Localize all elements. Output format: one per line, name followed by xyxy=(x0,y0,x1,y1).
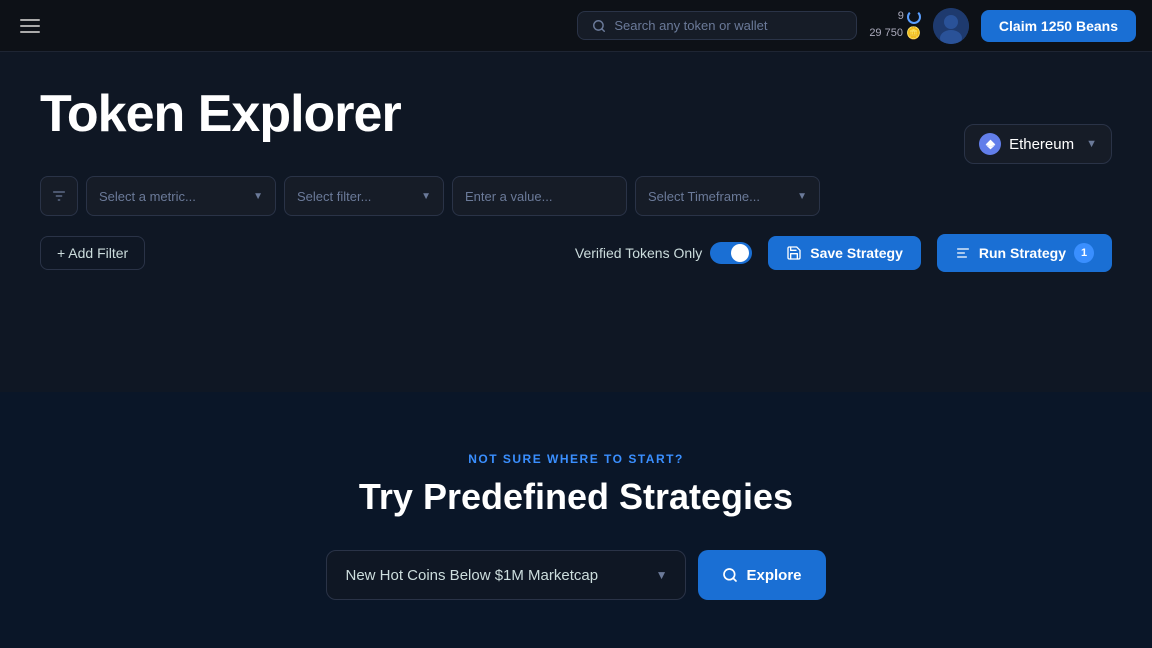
run-strategy-badge: 1 xyxy=(1074,243,1094,263)
metric-dropdown[interactable]: Select a metric... ▼ xyxy=(86,176,276,216)
action-row: + Add Filter Verified Tokens Only Save S… xyxy=(40,234,1112,272)
header-left xyxy=(16,15,44,37)
timeframe-chevron-icon: ▼ xyxy=(797,191,807,202)
refresh-icon xyxy=(907,10,921,24)
value-placeholder: Enter a value... xyxy=(465,189,552,204)
run-strategy-label: Run Strategy xyxy=(979,245,1066,261)
filter-dropdown[interactable]: Select filter... ▼ xyxy=(284,176,444,216)
value-input[interactable]: Enter a value... xyxy=(452,176,627,216)
explore-button[interactable]: Explore xyxy=(698,550,825,600)
predefined-section: NOT SURE WHERE TO START? Try Predefined … xyxy=(326,452,825,600)
verified-toggle[interactable] xyxy=(710,242,752,264)
action-row-left: + Add Filter xyxy=(40,236,145,270)
network-selector[interactable]: Ethereum ▼ xyxy=(964,124,1112,164)
save-strategy-button[interactable]: Save Strategy xyxy=(768,236,921,270)
predefined-title: Try Predefined Strategies xyxy=(326,476,825,518)
save-icon xyxy=(786,245,802,261)
action-row-right: Verified Tokens Only Save Strategy Run S… xyxy=(575,234,1112,272)
add-filter-button[interactable]: + Add Filter xyxy=(40,236,145,270)
network-label: Ethereum xyxy=(1009,136,1074,153)
explore-label: Explore xyxy=(746,567,801,584)
explore-search-icon xyxy=(722,567,738,583)
run-strategy-button[interactable]: Run Strategy 1 xyxy=(937,234,1112,272)
timeframe-placeholder: Select Timeframe... xyxy=(648,189,760,204)
header: Search any token or wallet 9 29 750 🪙 Cl… xyxy=(0,0,1152,52)
timeframe-dropdown[interactable]: Select Timeframe... ▼ xyxy=(635,176,820,216)
predefined-eyebrow: NOT SURE WHERE TO START? xyxy=(326,452,825,466)
main-content: Token Explorer Ethereum ▼ Select a metri… xyxy=(0,52,1152,392)
filter-chevron-icon: ▼ xyxy=(421,191,431,202)
search-bar[interactable]: Search any token or wallet xyxy=(577,11,857,40)
filter-row: Select a metric... ▼ Select filter... ▼ … xyxy=(40,176,1112,216)
coin-icon: 🪙 xyxy=(906,25,921,42)
page-title: Token Explorer xyxy=(40,84,1112,144)
user-count: 9 xyxy=(898,9,904,24)
search-placeholder: Search any token or wallet xyxy=(614,18,767,33)
network-chevron-icon: ▼ xyxy=(1086,138,1097,150)
filter-icon-button[interactable] xyxy=(40,176,78,216)
header-right: Search any token or wallet 9 29 750 🪙 Cl… xyxy=(577,8,1136,44)
menu-icon[interactable] xyxy=(16,15,44,37)
strategy-option-label: New Hot Coins Below $1M Marketcap xyxy=(345,567,598,584)
strategy-chevron-icon: ▼ xyxy=(656,568,668,582)
save-strategy-label: Save Strategy xyxy=(810,245,903,261)
strategy-dropdown[interactable]: New Hot Coins Below $1M Marketcap ▼ xyxy=(326,550,686,600)
user-balance: 29 750 xyxy=(869,26,903,41)
filter-placeholder: Select filter... xyxy=(297,189,371,204)
avatar[interactable] xyxy=(933,8,969,44)
claim-button[interactable]: Claim 1250 Beans xyxy=(981,10,1136,42)
metric-placeholder: Select a metric... xyxy=(99,189,196,204)
metric-chevron-icon: ▼ xyxy=(253,191,263,202)
strategy-selector-row: New Hot Coins Below $1M Marketcap ▼ Expl… xyxy=(326,550,825,600)
lower-section: NOT SURE WHERE TO START? Try Predefined … xyxy=(0,392,1152,648)
verified-label: Verified Tokens Only xyxy=(575,245,702,261)
run-icon xyxy=(955,245,971,261)
search-icon xyxy=(592,19,606,33)
user-stats: 9 29 750 🪙 xyxy=(869,9,921,41)
ethereum-icon xyxy=(979,133,1001,155)
verified-toggle-container: Verified Tokens Only xyxy=(575,242,752,264)
